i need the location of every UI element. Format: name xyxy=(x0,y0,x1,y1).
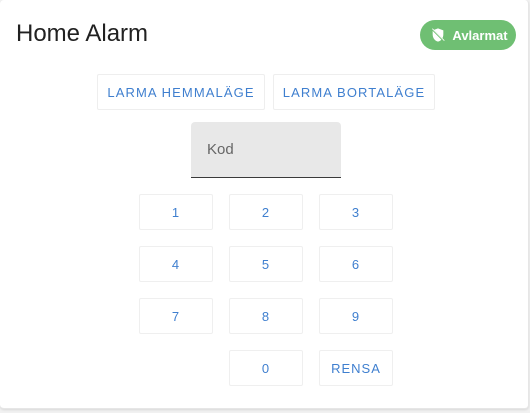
code-input[interactable] xyxy=(191,122,341,177)
keypad-key-0[interactable]: 0 xyxy=(229,350,303,386)
keypad-key-3[interactable]: 3 xyxy=(319,194,393,230)
card-title: Home Alarm xyxy=(16,20,149,47)
keypad-key-7[interactable]: 7 xyxy=(139,298,213,334)
keypad-key-6[interactable]: 6 xyxy=(319,246,393,282)
arm-home-button[interactable]: LARMA HEMMALÄGE xyxy=(97,74,265,110)
keypad-key-1[interactable]: 1 xyxy=(139,194,213,230)
keypad-key-2[interactable]: 2 xyxy=(229,194,303,230)
code-field[interactable] xyxy=(191,122,341,178)
keypad-key-9[interactable]: 9 xyxy=(319,298,393,334)
shield-off-icon xyxy=(430,27,446,43)
keypad-key-8[interactable]: 8 xyxy=(229,298,303,334)
keypad-key-5[interactable]: 5 xyxy=(229,246,303,282)
clear-button[interactable]: RENSA xyxy=(319,350,393,386)
alarm-panel-card: Home Alarm Avlarmat LARMA HEMMALÄGE LARM… xyxy=(0,0,529,409)
status-badge: Avlarmat xyxy=(420,20,516,50)
status-badge-label: Avlarmat xyxy=(452,27,508,43)
keypad-key-4[interactable]: 4 xyxy=(139,246,213,282)
arm-away-button[interactable]: LARMA BORTALÄGE xyxy=(273,74,435,110)
